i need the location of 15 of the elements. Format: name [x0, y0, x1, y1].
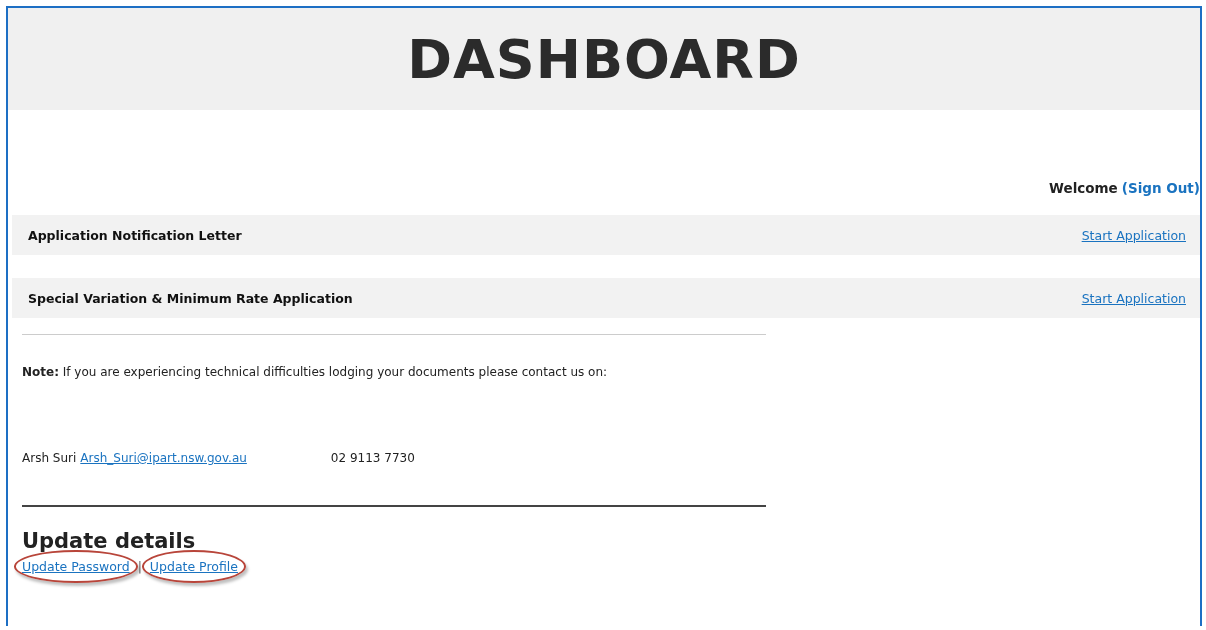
contact-name: Arsh Suri [22, 451, 77, 465]
page-title: DASHBOARD [407, 28, 801, 91]
section-heading: Update details [22, 529, 197, 553]
application-name: Application Notification Letter [28, 227, 242, 243]
update-link[interactable]: Update Password [22, 559, 130, 574]
sign-out-link[interactable]: (Sign Out) [1121, 180, 1200, 196]
welcome-text: Welcome [1049, 180, 1118, 196]
phone-number: 02 9113 7730 [330, 451, 415, 465]
link-separator: | [137, 559, 142, 574]
email-link[interactable]: Arsh_Suri@ipart.nsw.gov.au [80, 451, 247, 465]
start-application-link[interactable]: Start Application [1081, 227, 1186, 243]
application-name: Special Variation & Minimum Rate Application [28, 290, 353, 306]
start-application-link[interactable]: Start Application [1081, 290, 1186, 306]
update-link[interactable]: Update Profile [149, 559, 238, 574]
note-text: Note: If you are experiencing technical difficulties lodging your documents please contact us on: [22, 365, 609, 379]
